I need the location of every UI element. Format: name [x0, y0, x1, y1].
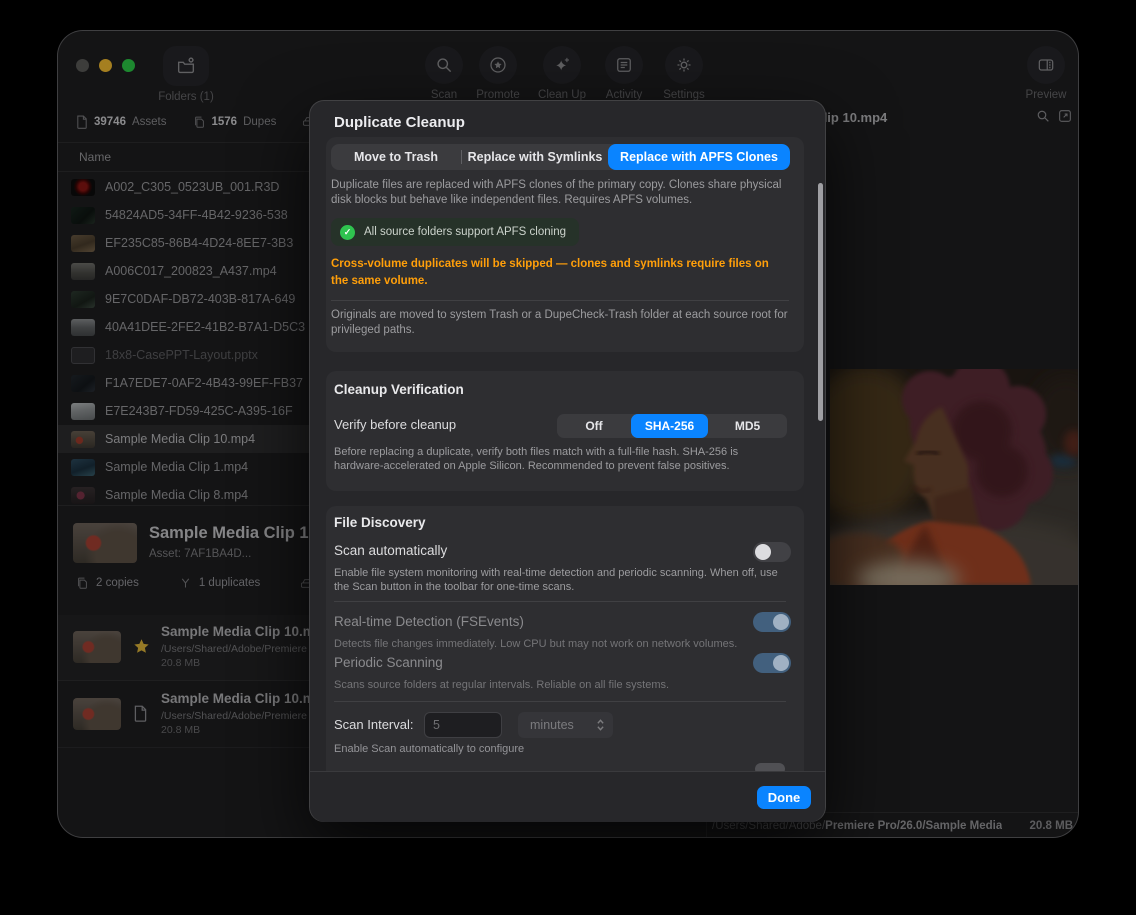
preview-panel-icon	[1027, 46, 1065, 84]
copies-stat: 2 copies	[76, 576, 139, 590]
file-thumbnail	[71, 431, 95, 448]
file-thumbnail	[71, 291, 95, 308]
segment-move-to-trash[interactable]: Move to Trash	[331, 144, 461, 170]
file-thumbnail	[71, 319, 95, 336]
cleanup-mode-segmented-control: Move to Trash Replace with Symlinks Repl…	[331, 144, 790, 170]
duplicate-thumbnail	[73, 631, 121, 663]
realtime-label: Real-time Detection (FSEvents)	[334, 614, 524, 629]
file-icon	[133, 705, 150, 722]
folder-gear-icon	[163, 46, 209, 86]
originals-note: Originals are moved to system Trash or a…	[331, 308, 795, 338]
file-name: Sample Media Clip 1.mp4	[105, 460, 248, 474]
document-icon	[76, 115, 88, 129]
segment-sha-256[interactable]: SHA-256	[631, 414, 708, 438]
sheet-title: Duplicate Cleanup	[334, 114, 465, 131]
file-thumbnail	[71, 347, 95, 364]
divider	[331, 300, 789, 301]
primary-star-icon	[133, 638, 150, 655]
file-name: 54824AD5-34FF-4B42-9236-538	[105, 208, 288, 222]
duplicate-thumbnail	[73, 698, 121, 730]
scan-auto-label: Scan automatically	[334, 543, 447, 558]
file-thumbnail	[71, 263, 95, 280]
periodic-description: Scans source folders at regular interval…	[334, 678, 790, 692]
sparkles-icon	[543, 46, 581, 84]
detail-thumbnail	[73, 523, 137, 563]
file-name: 9E7C0DAF-DB72-403B-817A-649	[105, 292, 295, 306]
settings-scroll-area: Duplicate Cleanup Move to Trash Replace …	[310, 101, 825, 771]
search-icon[interactable]	[1035, 108, 1051, 129]
toolbar-settings[interactable]: Settings	[649, 46, 719, 101]
segment-off[interactable]: Off	[557, 414, 631, 438]
verification-heading: Cleanup Verification	[334, 382, 464, 397]
preview-image	[830, 369, 1079, 585]
assets-count: 39746Assets	[76, 115, 167, 129]
done-button[interactable]: Done	[757, 786, 811, 809]
preview-size: 20.8 MB	[1030, 820, 1073, 832]
open-external-icon[interactable]	[1057, 108, 1073, 129]
sheet-footer: Done	[310, 771, 825, 822]
file-thumbnail	[71, 207, 95, 224]
gear-icon	[665, 46, 703, 84]
verify-label: Verify before cleanup	[334, 417, 456, 432]
periodic-toggle[interactable]	[753, 653, 791, 673]
file-name: F1A7EDE7-0AF2-4B43-99EF-FB37	[105, 376, 303, 390]
segment-replace-apfs-clones[interactable]: Replace with APFS Clones	[608, 144, 790, 170]
file-name: Sample Media Clip 10.mp4	[105, 432, 255, 446]
file-name: EF235C85-86B4-4D24-8EE7-3B3	[105, 236, 293, 250]
interval-label: Scan Interval:	[334, 717, 414, 732]
folders-button[interactable]: Folders (1)	[151, 46, 221, 103]
zoom-window-button[interactable]	[122, 59, 135, 72]
duplicates-stat: 1 duplicates	[179, 576, 260, 590]
file-name: 40A41DEE-2FE2-41B2-B7A1-D5C3	[105, 320, 305, 334]
file-name: 18x8-CasePPT-Layout.pptx	[105, 348, 258, 362]
detail-asset-id: Asset: 7AF1BA4D...	[149, 548, 251, 560]
cross-volume-warning: Cross-volume duplicates will be skipped …	[331, 256, 789, 289]
dupes-count: 1576Dupes	[193, 115, 277, 129]
apfs-support-badge: ✓ All source folders support APFS clonin…	[331, 218, 579, 246]
toolbar-clean-up[interactable]: Clean Up	[527, 46, 597, 101]
segment-replace-symlinks[interactable]: Replace with Symlinks	[462, 144, 608, 170]
file-name: A006C017_200823_A437.mp4	[105, 264, 277, 278]
periodic-label: Periodic Scanning	[334, 655, 443, 670]
file-name: E7E243B7-FD59-425C-A395-16F	[105, 404, 293, 418]
divider	[334, 601, 786, 602]
divider	[334, 701, 786, 702]
verify-segmented-control: Off SHA-256 MD5	[557, 414, 787, 438]
scan-auto-description: Enable file system monitoring with real-…	[334, 566, 790, 595]
settings-sheet: Duplicate Cleanup Move to Trash Replace …	[309, 100, 826, 822]
toolbar-preview[interactable]: Preview	[1011, 46, 1079, 101]
realtime-toggle[interactable]	[753, 612, 791, 632]
mode-description: Duplicate files are replaced with APFS c…	[331, 178, 795, 208]
activity-list-icon	[605, 46, 643, 84]
close-window-button[interactable]	[76, 59, 89, 72]
sheet-scrollbar[interactable]	[818, 183, 823, 421]
minimize-window-button[interactable]	[99, 59, 112, 72]
file-name: A002_C305_0523UB_001.R3D	[105, 180, 279, 194]
scan-auto-toggle[interactable]	[753, 542, 791, 562]
chevron-up-down-icon	[596, 718, 605, 732]
screen: Folders (1) Scan Promote Cl	[0, 0, 1136, 915]
interval-input[interactable]	[424, 712, 502, 738]
interval-unit-select[interactable]: minutes	[518, 712, 613, 738]
realtime-description: Detects file changes immediately. Low CP…	[334, 637, 790, 651]
check-circle-icon: ✓	[340, 225, 355, 240]
interval-hint: Enable Scan automatically to configure	[334, 742, 524, 756]
segment-md5[interactable]: MD5	[708, 414, 787, 438]
file-thumbnail	[71, 403, 95, 420]
discovery-heading: File Discovery	[334, 515, 426, 530]
file-thumbnail	[71, 235, 95, 252]
partially-scrolled-toggle	[755, 763, 785, 771]
file-thumbnail	[71, 459, 95, 476]
file-name: Sample Media Clip 8.mp4	[105, 488, 248, 502]
toolbar-promote[interactable]: Promote	[463, 46, 533, 101]
duplicates-icon	[193, 115, 206, 129]
branch-icon	[179, 576, 192, 590]
copies-icon	[76, 576, 89, 590]
file-thumbnail	[71, 179, 95, 196]
search-icon	[425, 46, 463, 84]
star-circle-icon	[479, 46, 517, 84]
file-thumbnail	[71, 487, 95, 504]
file-thumbnail	[71, 375, 95, 392]
verify-description: Before replacing a duplicate, verify bot…	[334, 445, 786, 474]
